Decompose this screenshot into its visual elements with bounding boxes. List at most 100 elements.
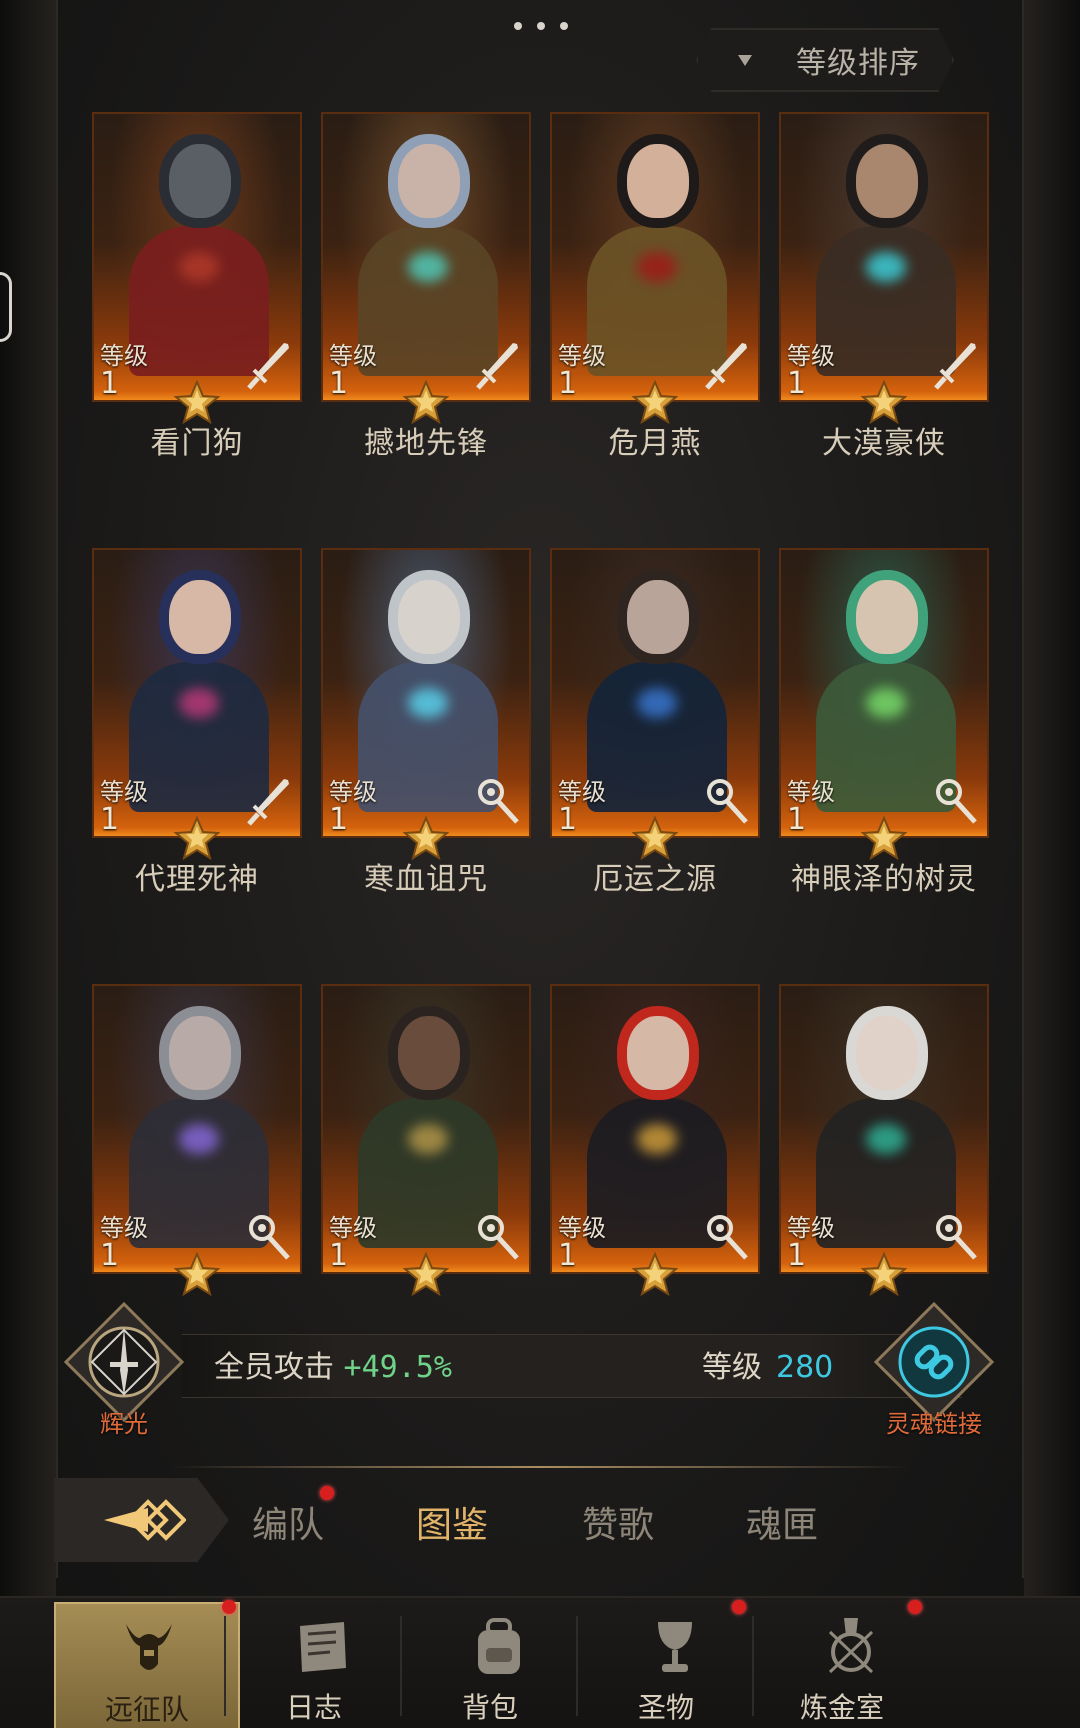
- hero-portrait: 等级 1: [779, 548, 989, 838]
- soul-level-label: 等级: [702, 1350, 762, 1385]
- hero-name: 撼地先锋: [364, 426, 488, 461]
- hero-figure: [124, 570, 274, 812]
- sword-icon: [244, 776, 292, 828]
- soul-link-level: 等级 280: [702, 1342, 833, 1386]
- soul-link-caption: 灵魂链接: [886, 1410, 982, 1438]
- subtab-1[interactable]: 编队: [228, 1496, 348, 1548]
- nav-label: 圣物: [637, 1691, 694, 1724]
- staff-icon: [473, 776, 521, 828]
- radiance-emblem[interactable]: 辉光: [62, 1300, 186, 1438]
- nav-label: 背包: [461, 1691, 518, 1724]
- notification-badge: [732, 1600, 746, 1614]
- nav-item-5[interactable]: 炼金室: [758, 1602, 926, 1728]
- hero-level-value: 1: [329, 366, 349, 401]
- nav-label: 日志: [285, 1691, 342, 1724]
- hero-level-value: 1: [329, 1238, 349, 1273]
- hero-name: 厄运之源: [593, 862, 717, 897]
- notification-badge: [908, 1600, 922, 1614]
- triangle-down-icon: [738, 54, 752, 66]
- hero-figure: [582, 570, 732, 812]
- side-pull-tab[interactable]: [0, 272, 12, 342]
- sub-tab-bar: 编队 图鉴 赞歌 魂匣: [54, 1478, 1026, 1562]
- hero-figure: [353, 134, 503, 376]
- nav-item-2[interactable]: 日志: [230, 1602, 398, 1728]
- nav-item-4[interactable]: 圣物: [582, 1602, 750, 1728]
- hero-figure: [811, 134, 961, 376]
- bonus-bar: 辉光 全员攻击 +49.5% 等级 280 灵魂链接: [62, 1300, 1012, 1440]
- back-button[interactable]: [54, 1478, 229, 1562]
- hero-figure: [811, 570, 961, 812]
- subtab-3[interactable]: 赞歌: [558, 1496, 678, 1548]
- hero-portrait: 等级 1: [321, 112, 531, 402]
- team-attack-bonus: 全员攻击 +49.5%: [214, 1342, 452, 1386]
- nav-item-3[interactable]: 背包: [406, 1602, 574, 1728]
- hero-figure: [124, 134, 274, 376]
- nav-label: 炼金室: [799, 1691, 884, 1724]
- hero-name: 看门狗: [150, 426, 244, 461]
- hero-level-value: 1: [558, 366, 578, 401]
- sword-icon: [473, 340, 521, 392]
- frame-line-left: [56, 0, 58, 1578]
- staff-icon: [702, 1212, 750, 1264]
- hero-figure: [124, 1006, 274, 1248]
- hero-level-value: 1: [558, 802, 578, 837]
- sword-icon: [244, 340, 292, 392]
- soul-level-value: 280: [776, 1350, 834, 1385]
- hero-portrait: 等级 1: [92, 112, 302, 402]
- more-dots-icon[interactable]: [514, 14, 568, 38]
- hero-name: 神眼泽的树灵: [791, 862, 977, 897]
- hero-portrait: 等级 1: [92, 548, 302, 838]
- nav-label: 远征队: [104, 1693, 189, 1726]
- sword-icon: [702, 340, 750, 392]
- hero-level-value: 1: [558, 1238, 578, 1273]
- hero-figure: [582, 1006, 732, 1248]
- right-frame: [1024, 0, 1080, 1598]
- nav-separator: [752, 1616, 754, 1716]
- hero-name: 大漠豪侠: [822, 426, 946, 461]
- attack-value: +49.5%: [343, 1350, 452, 1385]
- scroll-icon: [300, 1622, 346, 1672]
- hero-figure: [353, 1006, 503, 1248]
- backpack-icon: [478, 1618, 520, 1674]
- subtab-2[interactable]: 图鉴: [392, 1496, 512, 1548]
- hero-level-value: 1: [100, 802, 120, 837]
- hero-portrait: 等级 1: [92, 984, 302, 1274]
- nav-item-1[interactable]: 远征队: [54, 1602, 240, 1728]
- nav-separator: [224, 1616, 226, 1716]
- sort-by-level-button[interactable]: 等级排序: [696, 28, 954, 92]
- hero-portrait: 等级 1: [550, 548, 760, 838]
- chalice-icon: [658, 1622, 692, 1672]
- staff-icon: [931, 1212, 979, 1264]
- hero-level-value: 1: [100, 366, 120, 401]
- star-rank-icon: [631, 1251, 679, 1297]
- hero-portrait: 等级 1: [550, 984, 760, 1274]
- star-rank-icon: [402, 1251, 450, 1297]
- soul-link-emblem[interactable]: 灵魂链接: [872, 1300, 996, 1438]
- hero-portrait: 等级 1: [779, 112, 989, 402]
- horned-helmet-icon: [126, 1624, 172, 1670]
- hero-portrait: 等级 1: [321, 548, 531, 838]
- staff-icon: [244, 1212, 292, 1264]
- hero-level-value: 1: [787, 802, 807, 837]
- frame-line-right: [1022, 0, 1024, 1578]
- left-frame: [0, 0, 56, 1598]
- hero-level-value: 1: [329, 802, 349, 837]
- hero-level-value: 1: [787, 366, 807, 401]
- bottom-navigation: 远征队 日志 背包 圣物 炼金室: [0, 1596, 1080, 1728]
- staff-icon: [931, 776, 979, 828]
- staff-icon: [473, 1212, 521, 1264]
- sword-icon: [931, 340, 979, 392]
- hero-portrait: 等级 1: [550, 112, 760, 402]
- section-divider: [170, 1466, 910, 1468]
- hero-portrait: 等级 1: [321, 984, 531, 1274]
- notification-badge: [320, 1486, 334, 1500]
- hero-name: 危月燕: [608, 426, 702, 461]
- alchemy-icon: [828, 1618, 874, 1674]
- hero-figure: [353, 570, 503, 812]
- hero-figure: [811, 1006, 961, 1248]
- nav-separator: [400, 1616, 402, 1716]
- hero-level-value: 1: [100, 1238, 120, 1273]
- subtab-4[interactable]: 魂匣: [722, 1496, 842, 1548]
- sort-label: 等级排序: [796, 46, 920, 81]
- staff-icon: [702, 776, 750, 828]
